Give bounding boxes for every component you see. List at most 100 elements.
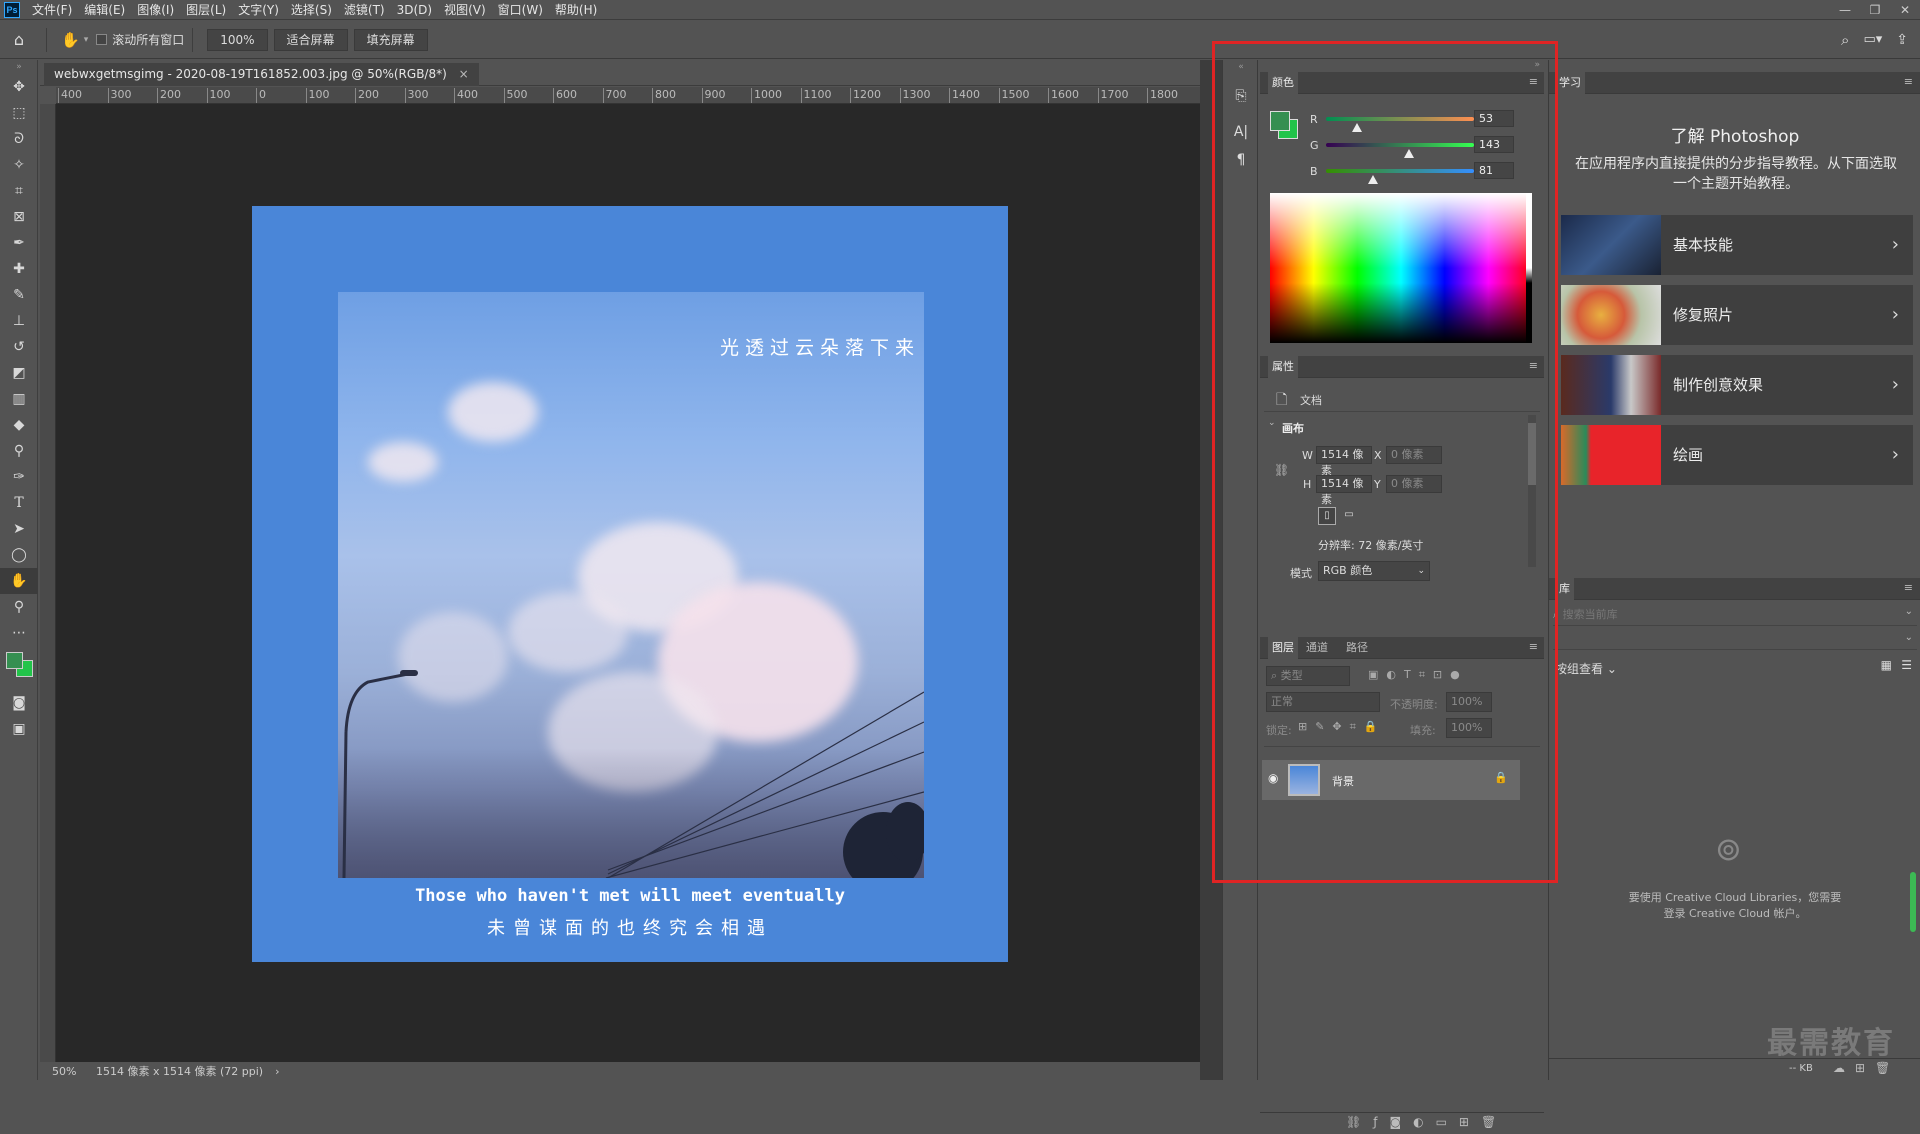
caption-english: Those who haven't met will meet eventual…: [415, 886, 845, 906]
library-footer: -- KB ☁⊞🗑: [1549, 1058, 1920, 1080]
ruler-tick-label: 200: [355, 88, 379, 103]
close-window-button[interactable]: ✕: [1890, 3, 1920, 17]
library-footer-icons[interactable]: ☁⊞🗑: [1833, 1061, 1900, 1075]
learn-card-creative-effects[interactable]: 制作创意效果 ›: [1561, 355, 1913, 415]
menu-layer[interactable]: 图层(L): [180, 0, 232, 20]
learn-panel-column: 学习 ≡ 了解 Photoshop 在应用程序内直接提供的分步指导教程。从下面选…: [1548, 60, 1920, 1080]
menu-window[interactable]: 窗口(W): [492, 0, 549, 20]
tab-learn[interactable]: 学习: [1555, 72, 1585, 94]
menu-select[interactable]: 选择(S): [285, 0, 338, 20]
menu-filter[interactable]: 滤镜(T): [338, 0, 391, 20]
dodge-tool-icon[interactable]: ⚲: [0, 438, 38, 464]
ruler-horizontal: 400 300 200 100 0 100 200 300 400 500 600 700 800 900…: [56, 87, 1200, 104]
menu-type[interactable]: 文字(Y): [232, 0, 285, 20]
crop-tool-icon[interactable]: ⌗: [0, 178, 38, 204]
blur-tool-icon[interactable]: ◆: [0, 412, 38, 438]
learn-card-painting[interactable]: 绘画 ›: [1561, 425, 1913, 485]
ruler-vertical: [40, 104, 56, 1066]
gradient-tool-icon[interactable]: ▥: [0, 386, 38, 412]
grid-view-icon[interactable]: ▦: [1881, 658, 1892, 672]
learn-heading: 了解 Photoshop: [1670, 127, 1800, 147]
chevron-down-icon[interactable]: ⌄: [1905, 606, 1913, 617]
screen-mode-icon[interactable]: ▣: [0, 716, 38, 742]
fill-screen-button[interactable]: 填充屏幕: [353, 28, 428, 51]
healing-brush-tool-icon[interactable]: ✚: [0, 256, 38, 282]
magic-wand-tool-icon[interactable]: ✧: [0, 152, 38, 178]
group-by-select[interactable]: 按组查看 ⌄: [1555, 660, 1617, 677]
creative-cloud-icon: ⊚: [1715, 830, 1742, 868]
document-tab[interactable]: webwxgetmsgimg - 2020-08-19T161852.003.j…: [44, 63, 479, 86]
toolbox: » ✥ ⬚ ᘐ ✧ ⌗ ⊠ ✒ ✚ ✎ ⊥ ↺ ◩ ▥ ◆ ⚲ ✑ T ➤ ◯ …: [0, 60, 38, 1080]
ruler-tick-label: 200: [157, 88, 181, 103]
eraser-tool-icon[interactable]: ◩: [0, 360, 38, 386]
status-arrow-icon[interactable]: ›: [275, 1065, 279, 1078]
library-login-message: 要使用 Creative Cloud Libraries，您需要登录 Creat…: [1628, 891, 1842, 920]
zoom-100-button[interactable]: 100%: [207, 28, 268, 51]
type-tool-icon[interactable]: T: [0, 490, 38, 516]
workspace-icon[interactable]: ▭▾: [1863, 32, 1882, 47]
ruler-tick-label: 100: [305, 88, 330, 103]
learn-card-label: 修复照片: [1673, 306, 1734, 324]
library-select[interactable]: ⌄: [1553, 632, 1917, 650]
ruler-tick-label: 1700: [1097, 88, 1129, 103]
list-view-icon[interactable]: ☰: [1901, 658, 1912, 672]
ruler-tick-label: 1000: [751, 88, 782, 103]
eyedropper-tool-icon[interactable]: ✒: [0, 230, 38, 256]
move-tool-icon[interactable]: ✥: [0, 74, 38, 100]
layer-footer-icons[interactable]: ⛓ƒ◙◐▭⊞🗑: [1346, 1115, 1508, 1129]
ellipse-tool-icon[interactable]: ◯: [0, 542, 38, 568]
menu-edit[interactable]: 编辑(E): [78, 0, 131, 20]
pen-tool-icon[interactable]: ✑: [0, 464, 38, 490]
brush-tool-icon[interactable]: ✎: [0, 282, 38, 308]
search-icon[interactable]: ⌕: [1841, 31, 1849, 49]
learn-card-basic[interactable]: 基本技能 ›: [1561, 215, 1913, 275]
ruler-tick-label: 800: [652, 88, 676, 103]
chevron-right-icon: ›: [1891, 374, 1899, 395]
ruler-tick-label: 900: [701, 88, 726, 103]
share-icon[interactable]: ⇪: [1896, 32, 1908, 48]
options-bar: ⌂ ✋ ▾ 滚动所有窗口 100% 适合屏幕 填充屏幕 ⌕ ▭▾ ⇪: [0, 21, 1920, 59]
ruler-tick-label: 1100: [800, 88, 832, 103]
menu-view[interactable]: 视图(V): [438, 0, 492, 20]
menu-help[interactable]: 帮助(H): [549, 0, 603, 20]
zoom-tool-icon[interactable]: ⚲: [0, 594, 38, 620]
scroll-all-label: 滚动所有窗口: [112, 33, 185, 47]
ruler-tick-label: 1300: [899, 88, 931, 103]
menu-3d[interactable]: 3D(D): [391, 0, 438, 20]
panel-menu-icon[interactable]: ≡: [1904, 75, 1913, 88]
ruler-tick-label: 1500: [998, 88, 1030, 103]
marquee-tool-icon[interactable]: ⬚: [0, 100, 38, 126]
minimize-button[interactable]: —: [1830, 3, 1860, 17]
status-zoom[interactable]: 50%: [40, 1065, 90, 1078]
history-brush-tool-icon[interactable]: ↺: [0, 334, 38, 360]
chevron-right-icon: ›: [1891, 444, 1899, 465]
ruler-tick-label: 100: [206, 88, 231, 103]
panel-menu-icon[interactable]: ≡: [1904, 581, 1913, 594]
photoshop-logo-icon: Ps: [4, 1, 20, 18]
library-search-input[interactable]: 搜索当前库: [1563, 608, 1618, 621]
color-swatches[interactable]: [0, 646, 38, 690]
stamp-tool-icon[interactable]: ⊥: [0, 308, 38, 334]
frame-tool-icon[interactable]: ⊠: [0, 204, 38, 230]
scroll-all-checkbox[interactable]: [96, 34, 108, 45]
ruler-tick-label: 1800: [1147, 88, 1178, 103]
hand-tool-icon[interactable]: ✋: [61, 31, 80, 49]
close-tab-icon[interactable]: ×: [459, 67, 469, 81]
quick-mask-icon[interactable]: ◙: [0, 690, 38, 716]
learn-card-thumbnail: [1561, 215, 1661, 275]
lasso-tool-icon[interactable]: ᘐ: [0, 126, 38, 152]
menu-image[interactable]: 图像(I): [131, 0, 180, 20]
path-selection-tool-icon[interactable]: ➤: [0, 516, 38, 542]
more-tools-icon[interactable]: ⋯: [0, 620, 38, 646]
chevron-right-icon: ›: [1891, 234, 1899, 255]
learn-card-fix-photos[interactable]: 修复照片 ›: [1561, 285, 1913, 345]
collapse-toolbox-icon[interactable]: »: [0, 60, 38, 74]
chevron-down-icon[interactable]: ▾: [84, 35, 89, 45]
hand-tool-icon[interactable]: ✋: [0, 568, 38, 594]
fit-screen-button[interactable]: 适合屏幕: [273, 28, 348, 51]
library-search[interactable]: ⌕ 搜索当前库 ⌄: [1553, 606, 1917, 626]
restore-button[interactable]: ❐: [1860, 3, 1890, 17]
foreground-color-swatch[interactable]: [6, 652, 23, 669]
menu-file[interactable]: 文件(F): [26, 0, 78, 20]
home-icon[interactable]: ⌂: [0, 30, 38, 49]
